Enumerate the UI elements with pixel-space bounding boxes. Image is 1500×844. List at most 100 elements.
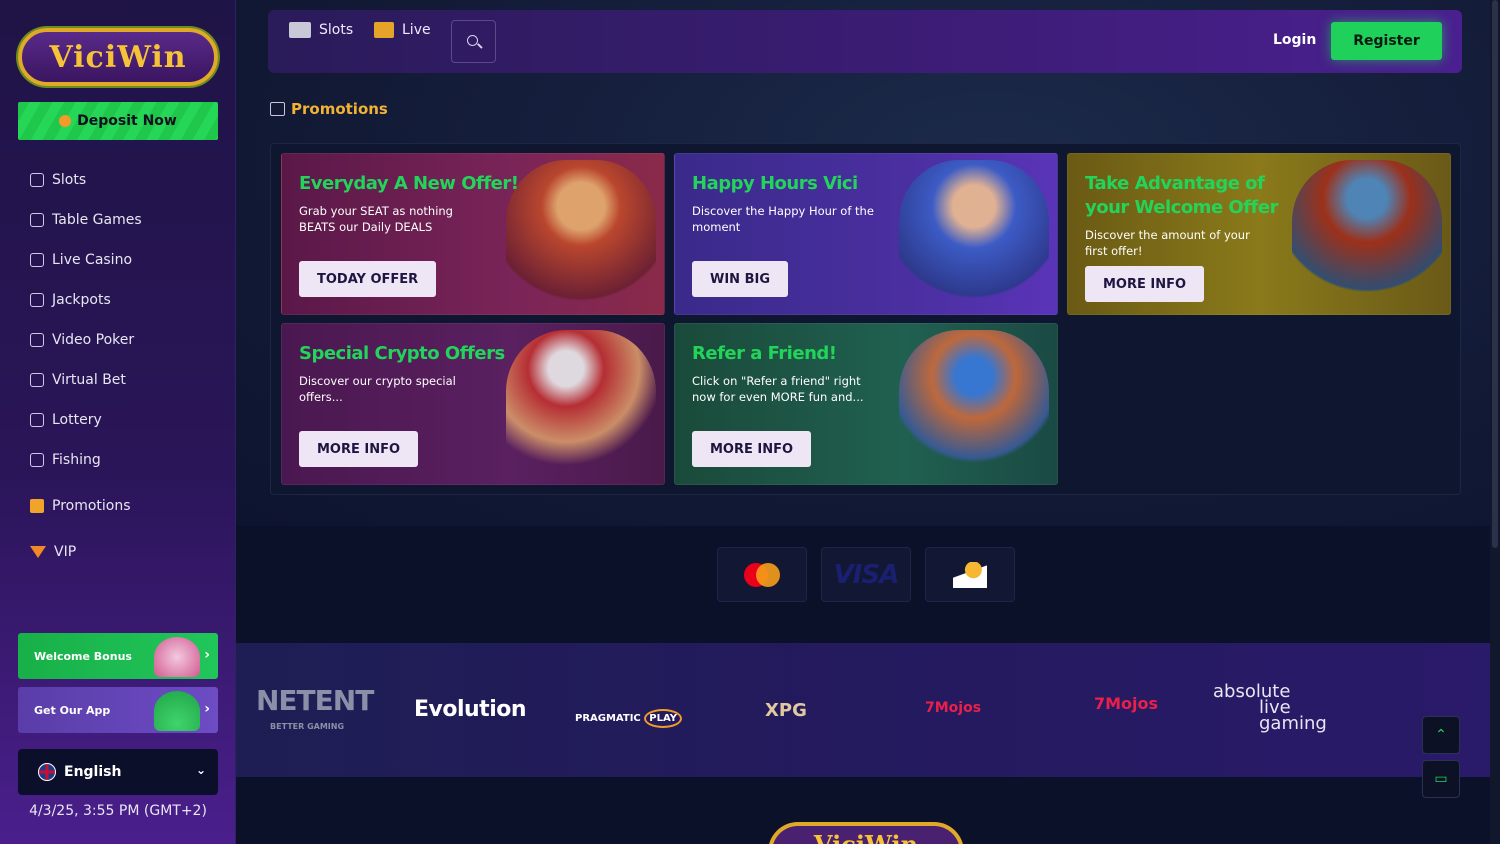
7mojos-logo: 7Mojos — [925, 700, 982, 716]
topbar-slots-link[interactable]: Slots — [289, 22, 353, 38]
promo-card-title: Take Advantage of your Welcome Offer — [1085, 173, 1278, 218]
play-badge: PLAY — [644, 709, 682, 728]
chat-icon: ▭ — [1434, 771, 1448, 787]
sidebar-item-label: Slots — [52, 172, 87, 188]
7mojos-alt-logo: 7Mojos — [1094, 694, 1159, 713]
live-chat-button[interactable]: ▭ — [1422, 760, 1460, 798]
sidebar-item-label: Video Poker — [52, 332, 135, 348]
netent-logo: NETENT — [256, 684, 374, 717]
cards-icon — [374, 22, 394, 38]
viciwin-logo[interactable]: ViciWin — [18, 28, 218, 86]
lottery-icon — [30, 413, 44, 427]
more-info-button[interactable]: MORE INFO — [1085, 266, 1205, 302]
promo-card-description: Discover the amount of your first offer! — [1085, 228, 1250, 258]
virtual-bet-icon — [30, 373, 44, 387]
chevron-right-icon: › — [204, 701, 210, 717]
promo-card-title: Special Crypto Offers — [299, 343, 505, 364]
uk-flag-icon — [38, 763, 56, 781]
more-info-button[interactable]: MORE INFO — [299, 431, 419, 467]
promo-card-description: Discover the Happy Hour of the moment — [692, 204, 874, 234]
register-button[interactable]: Register — [1331, 22, 1442, 60]
sidebar-item-slots[interactable]: Slots — [30, 160, 230, 200]
deposit-icon — [59, 115, 72, 127]
chevron-right-icon: › — [204, 647, 210, 663]
deposit-label: Deposit Now — [77, 113, 177, 129]
hand-coin-icon — [953, 561, 987, 588]
today-offer-button[interactable]: TODAY OFFER — [299, 261, 437, 297]
welcome-bonus-label: Welcome Bonus — [34, 649, 132, 663]
android-icon — [154, 691, 200, 731]
current-datetime: 4/3/25, 3:55 PM (GMT+2) — [29, 803, 207, 819]
sidebar-item-jackpots[interactable]: Jackpots — [30, 280, 230, 320]
gladiator-bitcoin-illustration — [506, 330, 656, 484]
win-big-button[interactable]: WIN BIG — [692, 261, 788, 297]
chevron-up-icon: ⌃ — [1435, 727, 1447, 743]
cards-icon — [30, 213, 44, 227]
scrollbar-thumb[interactable] — [1492, 0, 1498, 548]
welcome-bonus-banner[interactable]: Welcome Bonus › — [18, 633, 218, 679]
get-app-banner[interactable]: Get Our App › — [18, 687, 218, 733]
promo-card-everyday-offer[interactable]: Everyday A New Offer! Grab your SEAT as … — [281, 153, 665, 315]
topbar-live-label: Live — [402, 22, 431, 38]
sidebar-item-video-poker[interactable]: Video Poker — [30, 320, 230, 360]
sidebar-item-label: Fishing — [52, 452, 101, 468]
slot-machine-icon — [30, 173, 44, 187]
promo-card-refer-friend[interactable]: Refer a Friend! Click on "Refer a friend… — [674, 323, 1058, 485]
mastercard-logo — [717, 547, 807, 602]
deposit-now-button[interactable]: Deposit Now — [18, 102, 218, 140]
language-selector[interactable]: English ⌄ — [18, 749, 218, 795]
mastercard-icon — [744, 562, 780, 587]
pragmatic-play-logo: PRAGMATIC PLAY — [575, 709, 682, 728]
promotions-title: Promotions — [291, 100, 388, 118]
topbar-live-link[interactable]: Live — [374, 22, 431, 38]
netent-tagline: BETTER GAMING — [270, 722, 345, 731]
promo-card-crypto[interactable]: Special Crypto Offers Discover our crypt… — [281, 323, 665, 485]
promo-card-description: Discover our crypto special offers... — [299, 374, 456, 404]
footer-logo[interactable]: ViciWin — [768, 822, 964, 844]
visa-wordmark: VISA — [833, 559, 900, 590]
sidebar-item-label: Live Casino — [52, 252, 133, 268]
pragmatic-text: PRAGMATIC — [575, 713, 641, 724]
gift-box-icon — [154, 637, 200, 677]
promo-card-description: Click on "Refer a friend" right now for … — [692, 374, 864, 404]
trophy-icon — [30, 293, 44, 307]
evolution-logo: Evolution — [414, 697, 527, 722]
sidebar-item-lottery[interactable]: Lottery — [30, 400, 230, 440]
vikings-gems-illustration — [899, 330, 1049, 484]
sidebar-item-table-games[interactable]: Table Games — [30, 200, 230, 240]
sidebar-item-label: Virtual Bet — [52, 372, 126, 388]
chip-icon — [30, 333, 44, 347]
slot-machine-icon — [289, 22, 311, 38]
sidebar-item-label: Promotions — [52, 498, 131, 514]
gift-icon — [270, 102, 285, 116]
sidebar-item-live-casino[interactable]: Live Casino — [30, 240, 230, 280]
promo-card-title: Happy Hours Vici — [692, 173, 858, 194]
search-icon — [467, 35, 478, 46]
promo-card-title: Everyday A New Offer! — [299, 173, 519, 194]
more-info-button[interactable]: MORE INFO — [692, 431, 812, 467]
search-button[interactable] — [451, 20, 496, 63]
fish-icon — [30, 453, 44, 467]
sidebar: ViciWin Deposit Now Slots Table Games Li… — [0, 0, 236, 844]
topbar-slots-label: Slots — [319, 22, 354, 38]
absolute-live-gaming-logo: absolute live gaming — [1213, 683, 1327, 733]
visa-logo: VISA — [821, 547, 911, 602]
character-with-coin-illustration — [899, 160, 1049, 314]
promo-card-welcome-offer[interactable]: Take Advantage of your Welcome Offer Dis… — [1067, 153, 1451, 315]
get-app-label: Get Our App — [34, 703, 111, 717]
promo-card-happy-hours[interactable]: Happy Hours Vici Discover the Happy Hour… — [674, 153, 1058, 315]
promo-card-description: Grab your SEAT as nothing BEATS our Dail… — [299, 204, 453, 234]
spartan-warrior-illustration — [1292, 160, 1442, 314]
sidebar-item-virtual-bet[interactable]: Virtual Bet — [30, 360, 230, 400]
sidebar-item-vip[interactable]: VIP — [30, 532, 230, 572]
diamond-icon — [30, 546, 46, 558]
scroll-to-top-button[interactable]: ⌃ — [1422, 716, 1460, 754]
login-button[interactable]: Login — [1273, 32, 1316, 48]
sidebar-item-promotions[interactable]: Promotions — [30, 486, 230, 526]
xpg-logo: XPG — [765, 700, 807, 721]
chevron-down-icon: ⌄ — [195, 763, 206, 777]
sidebar-item-fishing[interactable]: Fishing — [30, 440, 230, 480]
language-label: English — [64, 764, 122, 780]
promo-card-title: Refer a Friend! — [692, 343, 837, 364]
sidebar-item-label: Table Games — [52, 212, 142, 228]
